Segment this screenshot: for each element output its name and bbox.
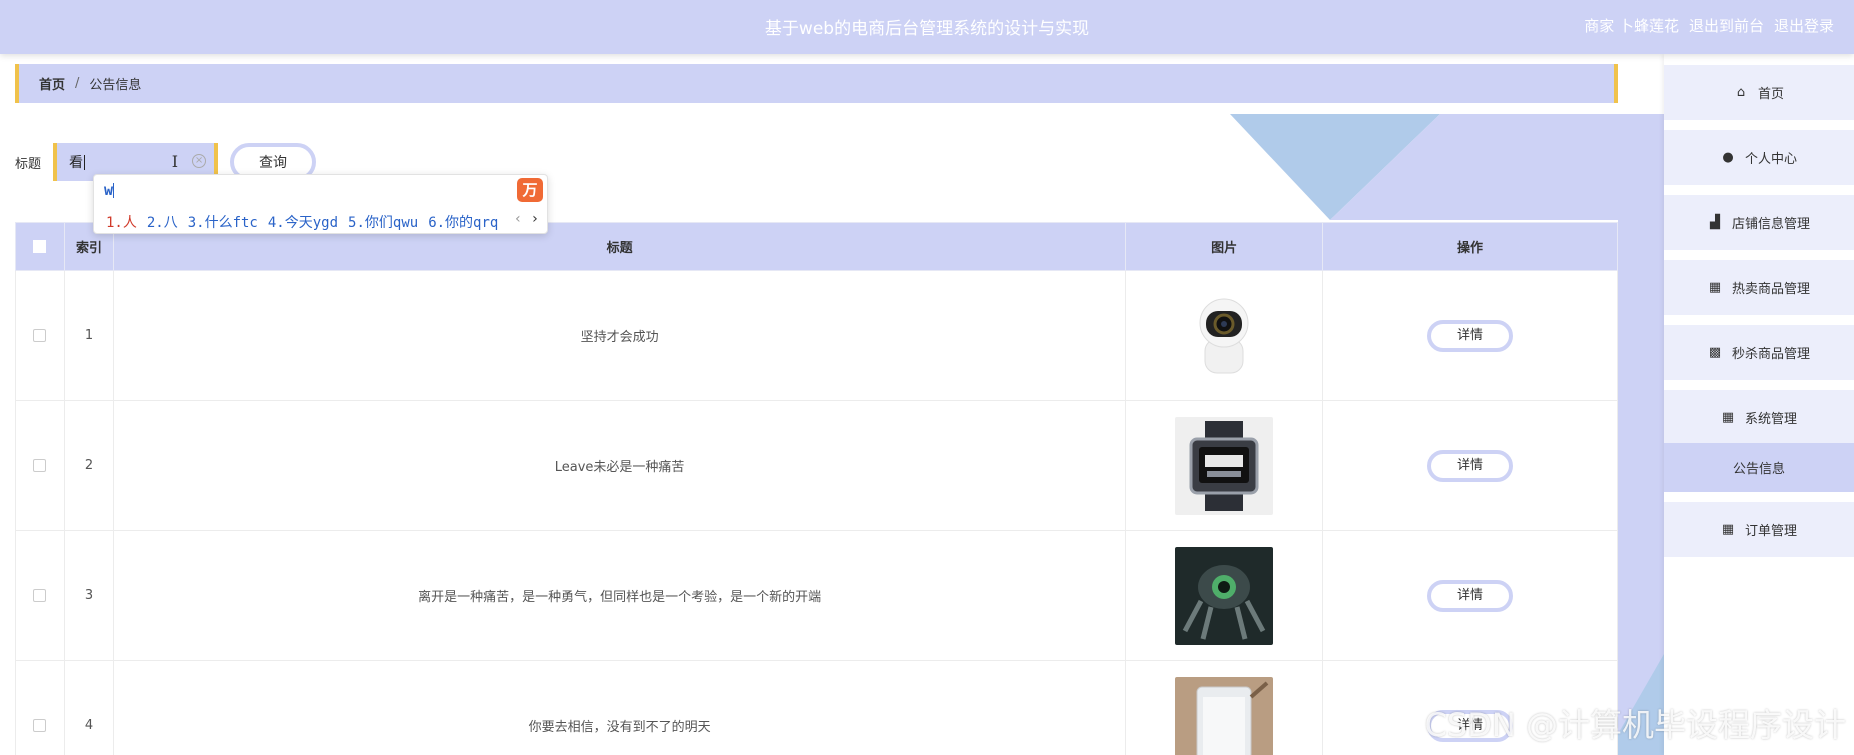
sidebar-item-hot-products[interactable]: ▦ 热卖商品管理 (1664, 260, 1854, 315)
row-index: 2 (63, 400, 114, 531)
clear-icon[interactable]: × (192, 154, 207, 168)
select-all-checkbox[interactable] (33, 240, 47, 253)
search-input-value: 看 (69, 155, 84, 171)
merchant-name: 商家 卜蜂莲花 (1584, 17, 1679, 35)
text-cursor-icon: I (171, 152, 179, 171)
row-index: 3 (63, 530, 114, 661)
sidebar-item-label: 热卖商品管理 (1731, 282, 1810, 297)
ime-candidate[interactable]: 1.人 (106, 212, 137, 232)
sidebar-item-flash-sale[interactable]: ▩ 秒杀商品管理 (1664, 325, 1854, 380)
row-title: Leave未必是一种痛苦 (112, 400, 1127, 531)
sidebar-item-profile[interactable]: ● 个人中心 (1664, 130, 1854, 185)
ime-candidates: 1.人 2.八 3.什么ftc 4.今天ygd 5.你们qwu 6.你的qrq (106, 212, 498, 232)
ime-candidate[interactable]: 3.什么ftc (188, 212, 258, 232)
detail-button[interactable]: 详情 (1427, 319, 1514, 352)
sidebar-item-orders[interactable]: ▦ 订单管理 (1664, 502, 1854, 557)
sidebar-subitem-announcements[interactable]: 公告信息 (1664, 443, 1854, 492)
grid-icon: ▦ (1721, 410, 1735, 425)
ime-page-arrows[interactable]: ‹ › (514, 211, 539, 227)
row-title: 离开是一种痛苦，是一种勇气，但同样也是一个考验，是一个新的开端 (112, 530, 1127, 661)
top-header: 基于web的电商后台管理系统的设计与实现 商家 卜蜂莲花 退出到前台 退出登录 (0, 0, 1854, 54)
detail-button[interactable]: 详情 (1427, 449, 1514, 482)
sidebar-item-label: 订单管理 (1744, 524, 1797, 539)
camera-image (1175, 286, 1274, 385)
logout-link[interactable]: 退出登录 (1774, 15, 1834, 36)
sidebar-item-label: 秒杀商品管理 (1731, 347, 1810, 362)
sidebar: ⌂ 首页 ● 个人中心 ▟ 店铺信息管理 ▦ 热卖商品管理 ▩ 秒杀商品管理 ▦… (1664, 54, 1854, 755)
ime-brand-icon: 万 (517, 178, 543, 202)
ime-candidate-popup: w 万 1.人 2.八 3.什么ftc 4.今天ygd 5.你们qwu 6.你的… (93, 174, 548, 234)
grid-icon: ▦ (1708, 280, 1722, 295)
sidebar-item-home[interactable]: ⌂ 首页 (1664, 65, 1854, 120)
tablet-image (1175, 676, 1274, 755)
row-title: 你要去相信，没有到不了的明天 (112, 660, 1127, 755)
breadcrumb-separator: / (75, 76, 80, 91)
sidebar-item-label: 个人中心 (1744, 152, 1797, 167)
app-title: 基于web的电商后台管理系统的设计与实现 (764, 19, 1090, 39)
home-icon: ⌂ (1736, 85, 1746, 100)
row-index: 1 (63, 270, 114, 401)
sidebar-item-store-info[interactable]: ▟ 店铺信息管理 (1664, 195, 1854, 250)
table-row: 1 坚持才会成功 详情 (15, 270, 1618, 401)
column-header-action: 操作 (1322, 222, 1618, 271)
row-checkbox[interactable] (33, 589, 47, 602)
smartwatch-image (1175, 416, 1274, 515)
select-all-cell (15, 222, 65, 271)
column-header-image: 图片 (1125, 222, 1324, 271)
user-icon: ● (1722, 150, 1734, 165)
search-label: 标题 (15, 156, 42, 172)
watermark: CSDN @计算机毕设程序设计 (1424, 706, 1846, 744)
robot-image (1175, 546, 1274, 645)
sidebar-item-label: 店铺信息管理 (1731, 217, 1810, 232)
table-row: 3 离开是一种痛苦，是一种勇气，但同样也是一个考验，是一个新的开端 详情 (15, 530, 1618, 661)
store-icon: ▟ (1709, 215, 1720, 230)
table-row: 4 你要去相信，没有到不了的明天 详情 (15, 660, 1618, 755)
ime-candidate[interactable]: 2.八 (147, 212, 178, 232)
row-index: 4 (63, 660, 114, 755)
user-links: 商家 卜蜂莲花 退出到前台 退出登录 (1584, 15, 1834, 36)
ime-candidate[interactable]: 5.你们qwu (348, 212, 418, 232)
ime-candidate[interactable]: 4.今天ygd (268, 212, 338, 232)
table-row: 2 Leave未必是一种痛苦 详情 (15, 400, 1618, 531)
breadcrumb-current: 公告信息 (89, 78, 142, 93)
breadcrumb-home[interactable]: 首页 (39, 74, 65, 93)
detail-button[interactable]: 详情 (1427, 579, 1514, 612)
grid-icon: ▦ (1721, 522, 1735, 537)
breadcrumb: 首页 / 公告信息 (15, 64, 1618, 103)
row-checkbox[interactable] (33, 459, 47, 472)
grid3-icon: ▩ (1708, 345, 1722, 360)
back-to-frontend-link[interactable]: 退出到前台 (1689, 15, 1764, 36)
row-checkbox[interactable] (33, 329, 47, 342)
text-caret (84, 154, 86, 170)
announcement-table: 索引 标题 图片 操作 1 坚持才会成功 详情 2 Leave未必是一种痛苦 详… (15, 222, 1618, 755)
sidebar-item-label: 首页 (1757, 87, 1784, 102)
row-checkbox[interactable] (33, 719, 47, 732)
row-title: 坚持才会成功 (112, 270, 1127, 401)
ime-candidate[interactable]: 6.你的qrq (428, 212, 498, 232)
ime-composition: w (104, 181, 115, 199)
sidebar-item-label: 系统管理 (1744, 412, 1797, 427)
sidebar-item-system[interactable]: ▦ 系统管理 (1664, 390, 1854, 445)
